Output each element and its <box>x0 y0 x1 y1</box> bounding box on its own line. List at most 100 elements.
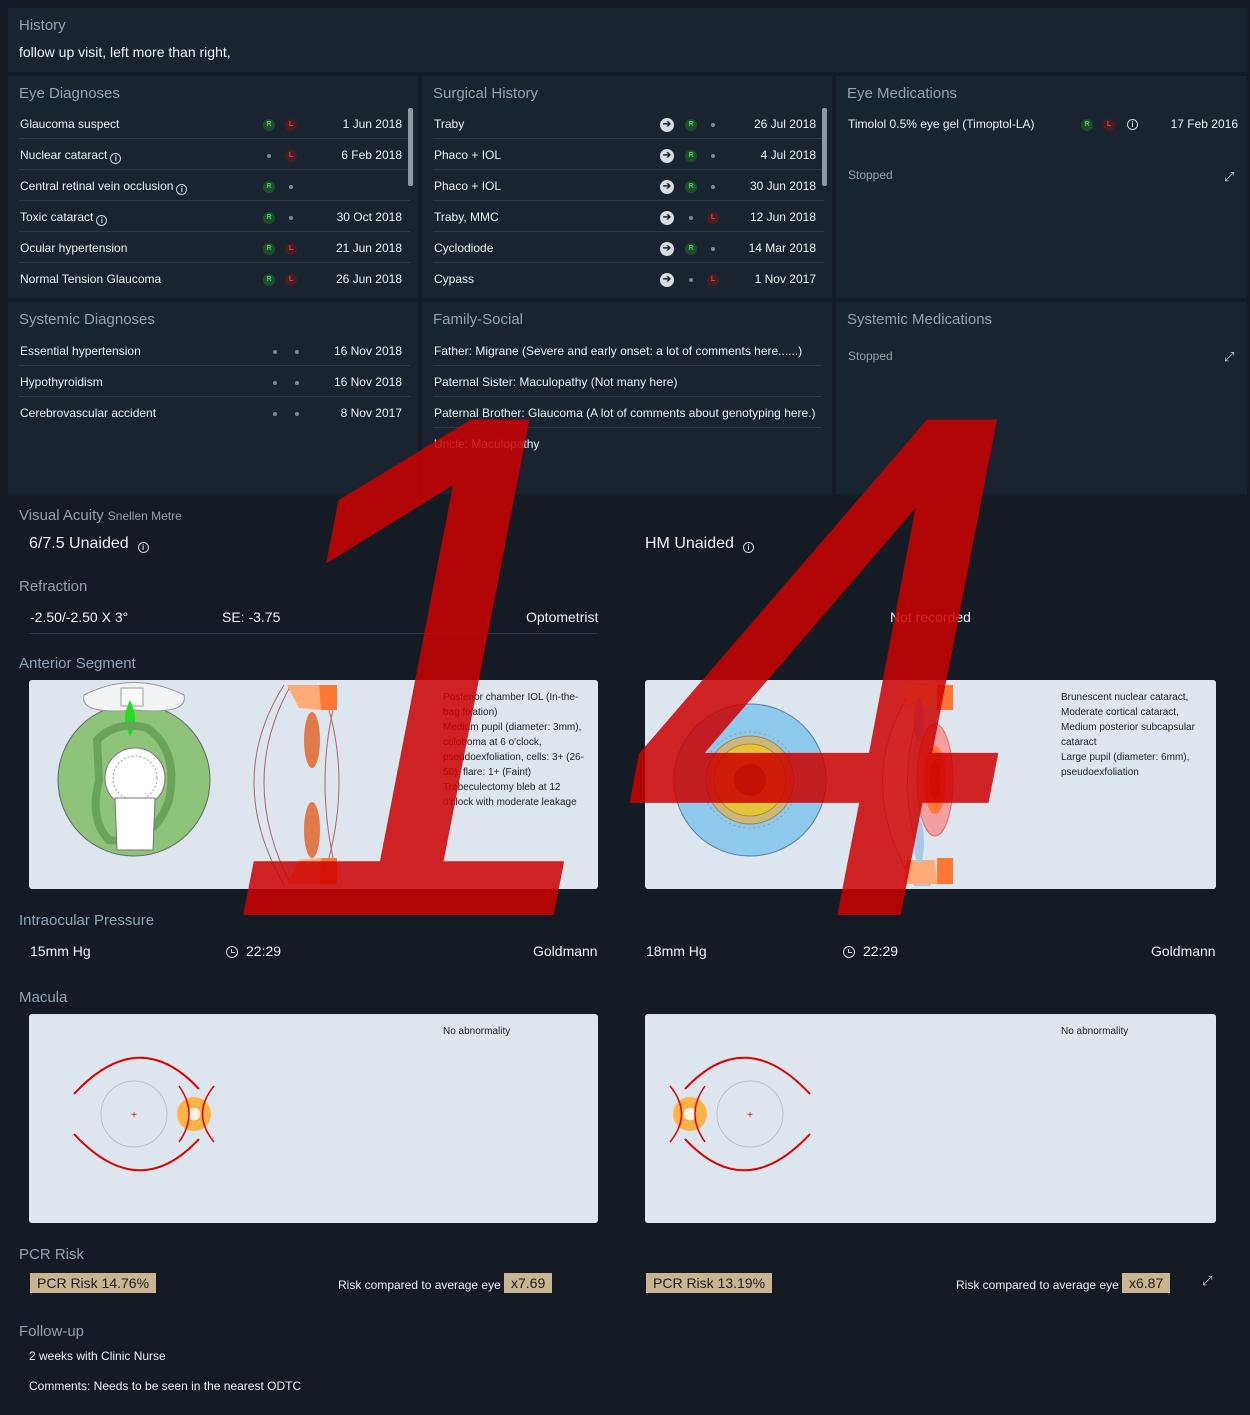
macula-diagram: + <box>73 1056 215 1172</box>
systemic-diagnoses-title: Systemic Diagnoses <box>19 311 155 328</box>
scrollbar[interactable] <box>408 108 413 186</box>
macula-title: Macula <box>19 989 68 1006</box>
info-icon[interactable]: i <box>1127 119 1138 130</box>
divider <box>29 633 598 634</box>
info-icon[interactable]: i <box>137 542 149 553</box>
left-eye-badge: L <box>707 212 719 224</box>
procedure-date: 26 Jul 2018 <box>753 117 816 131</box>
no-left-eye-dot <box>711 123 715 127</box>
right-refraction-source: Optometrist <box>526 609 599 625</box>
left-visual-acuity: HM Unaided i <box>645 535 754 553</box>
history-title: History <box>19 17 66 34</box>
anterior-segment-description: Brunescent nuclear cataract, Moderate co… <box>1061 692 1195 778</box>
svg-text:+: + <box>131 1110 137 1121</box>
right-eye-badge: R <box>685 243 697 255</box>
list-item[interactable]: Phaco + IOL ➔ R 30 Jun 2018 <box>433 170 824 201</box>
arrow-right-icon[interactable]: ➔ <box>660 211 674 225</box>
anterior-segment-description: Posterior chamber IOL (In-the- bag fixat… <box>443 692 584 808</box>
visual-acuity-title: Visual Acuity Snellen Metre <box>19 507 182 524</box>
arrow-right-icon[interactable]: ➔ <box>660 118 674 132</box>
list-item: Paternal Brother: Glaucoma (A lot of com… <box>433 397 821 428</box>
diagnosis-label: Essential hypertension <box>20 344 141 358</box>
procedure-date: 14 Mar 2018 <box>748 241 816 255</box>
procedure-label: Phaco + IOL <box>434 148 502 162</box>
list-item[interactable]: Ocular hypertension R L 21 Jun 2018 <box>19 232 410 263</box>
list-item[interactable]: Traby, MMC ➔ L 12 Jun 2018 <box>433 201 824 232</box>
right-eye-badge: R <box>263 243 275 255</box>
list-item[interactable]: Glaucoma suspect R L 1 Jun 2018 <box>19 108 410 139</box>
procedure-label: Phaco + IOL <box>434 179 502 193</box>
diagnosis-label: Normal Tension Glaucoma <box>20 272 162 286</box>
diagnosis-date: 21 Jun 2018 <box>335 241 402 255</box>
info-icon[interactable]: i <box>176 184 188 195</box>
left-iop-time: 22:29 <box>843 943 898 959</box>
arrow-right-icon[interactable]: ➔ <box>660 180 674 194</box>
list-item[interactable]: Normal Tension Glaucoma R L 26 Jun 2018 <box>19 263 410 294</box>
list-item[interactable]: Timolol 0.5% eye gel (Timoptol-LA) R L i… <box>847 108 1246 139</box>
no-left-eye-dot <box>711 185 715 189</box>
history-text: follow up visit, left more than right, <box>19 44 231 60</box>
no-left-eye-dot <box>289 185 293 189</box>
list-item[interactable]: Nuclear cataract i L 6 Feb 2018 <box>19 139 410 170</box>
left-anterior-segment-drawing[interactable]: Brunescent nuclear cataract, Moderate co… <box>645 680 1216 889</box>
list-item[interactable]: Phaco + IOL ➔ R 4 Jul 2018 <box>433 139 824 170</box>
arrow-right-icon[interactable]: ➔ <box>660 149 674 163</box>
scrollbar[interactable] <box>822 108 827 186</box>
eye-medications-panel: Eye Medications Timolol 0.5% eye gel (Ti… <box>836 76 1247 298</box>
list-item[interactable]: Cerebrovascular accident 8 Nov 2017 <box>19 397 410 428</box>
list-item[interactable]: Central retinal vein occlusion i R <box>19 170 410 201</box>
medication-label: Timolol 0.5% eye gel (Timoptol-LA) <box>848 117 1035 131</box>
right-macula-drawing[interactable]: + No abnormality <box>29 1014 598 1223</box>
right-anterior-segment-drawing[interactable]: Posterior chamber IOL (In-the- bag fixat… <box>29 680 598 889</box>
left-eye-badge: L <box>1103 119 1115 131</box>
list-item[interactable]: Cyclodiode ➔ R 14 Mar 2018 <box>433 232 824 263</box>
list-item[interactable]: Hypothyroidism 16 Nov 2018 <box>19 366 410 397</box>
no-right-eye-dot <box>273 381 277 385</box>
procedure-date: 4 Jul 2018 <box>760 148 816 162</box>
family-social-panel: Family-Social Father: Migrane (Severe an… <box>422 302 832 494</box>
visual-acuity-subtitle: Snellen Metre <box>107 509 182 523</box>
right-eye-badge: R <box>263 119 275 131</box>
follow-up-text: 2 weeks with Clinic Nurse <box>29 1349 166 1363</box>
expand-icon[interactable]: ⤢ <box>1202 1274 1216 1288</box>
procedure-label: Traby, MMC <box>434 210 499 224</box>
list-item[interactable]: Toxic cataract i R 30 Oct 2018 <box>19 201 410 232</box>
list-item[interactable]: Traby ➔ R 26 Jul 2018 <box>433 108 824 139</box>
expand-icon[interactable]: ⤢ <box>1224 170 1238 184</box>
procedure-date: 30 Jun 2018 <box>749 179 816 193</box>
left-risk-factor-badge: x6.87 <box>1122 1273 1171 1293</box>
right-risk-compare-label: Risk compared to average eye <box>338 1278 501 1292</box>
eye-diagnoses-panel: Eye Diagnoses Glaucoma suspect R L 1 Jun… <box>8 76 418 298</box>
no-left-eye-dot <box>295 381 299 385</box>
diagnosis-label: Central retinal vein occlusion <box>20 179 174 193</box>
arrow-right-icon[interactable]: ➔ <box>660 242 674 256</box>
no-left-eye-dot <box>295 350 299 354</box>
left-macula-drawing[interactable]: + No abnormality <box>645 1014 1216 1223</box>
no-right-eye-dot <box>273 350 277 354</box>
procedure-label: Cyclodiode <box>434 241 494 255</box>
expand-icon[interactable]: ⤢ <box>1224 350 1238 364</box>
refraction-title: Refraction <box>19 578 88 595</box>
info-icon[interactable]: i <box>110 153 122 164</box>
arrow-right-icon[interactable]: ➔ <box>660 273 674 287</box>
info-icon[interactable]: i <box>96 215 108 226</box>
info-icon[interactable]: i <box>742 542 754 553</box>
diagnosis-label: Nuclear cataract <box>20 148 108 162</box>
diagnosis-date: 26 Jun 2018 <box>335 272 402 286</box>
list-item[interactable]: Cypass ➔ L 1 Nov 2017 <box>433 263 824 294</box>
diagnosis-date: 8 Nov 2017 <box>340 406 402 420</box>
diagnosis-label: Toxic cataract <box>20 210 94 224</box>
no-left-eye-dot <box>289 216 293 220</box>
no-right-eye-dot <box>267 154 271 158</box>
stopped-label[interactable]: Stopped <box>848 349 893 363</box>
family-social-title: Family-Social <box>433 311 524 328</box>
no-right-eye-dot <box>273 412 277 416</box>
systemic-diagnoses-panel: Systemic Diagnoses Essential hypertensio… <box>8 302 418 494</box>
stopped-label[interactable]: Stopped <box>848 168 893 182</box>
right-eye-badge: R <box>263 181 275 193</box>
medication-date: 17 Feb 2016 <box>1170 117 1238 131</box>
diagnosis-label: Hypothyroidism <box>20 375 103 389</box>
macula-diagram: + <box>669 1056 811 1172</box>
list-item[interactable]: Essential hypertension 16 Nov 2018 <box>19 335 410 366</box>
no-right-eye-dot <box>689 216 693 220</box>
